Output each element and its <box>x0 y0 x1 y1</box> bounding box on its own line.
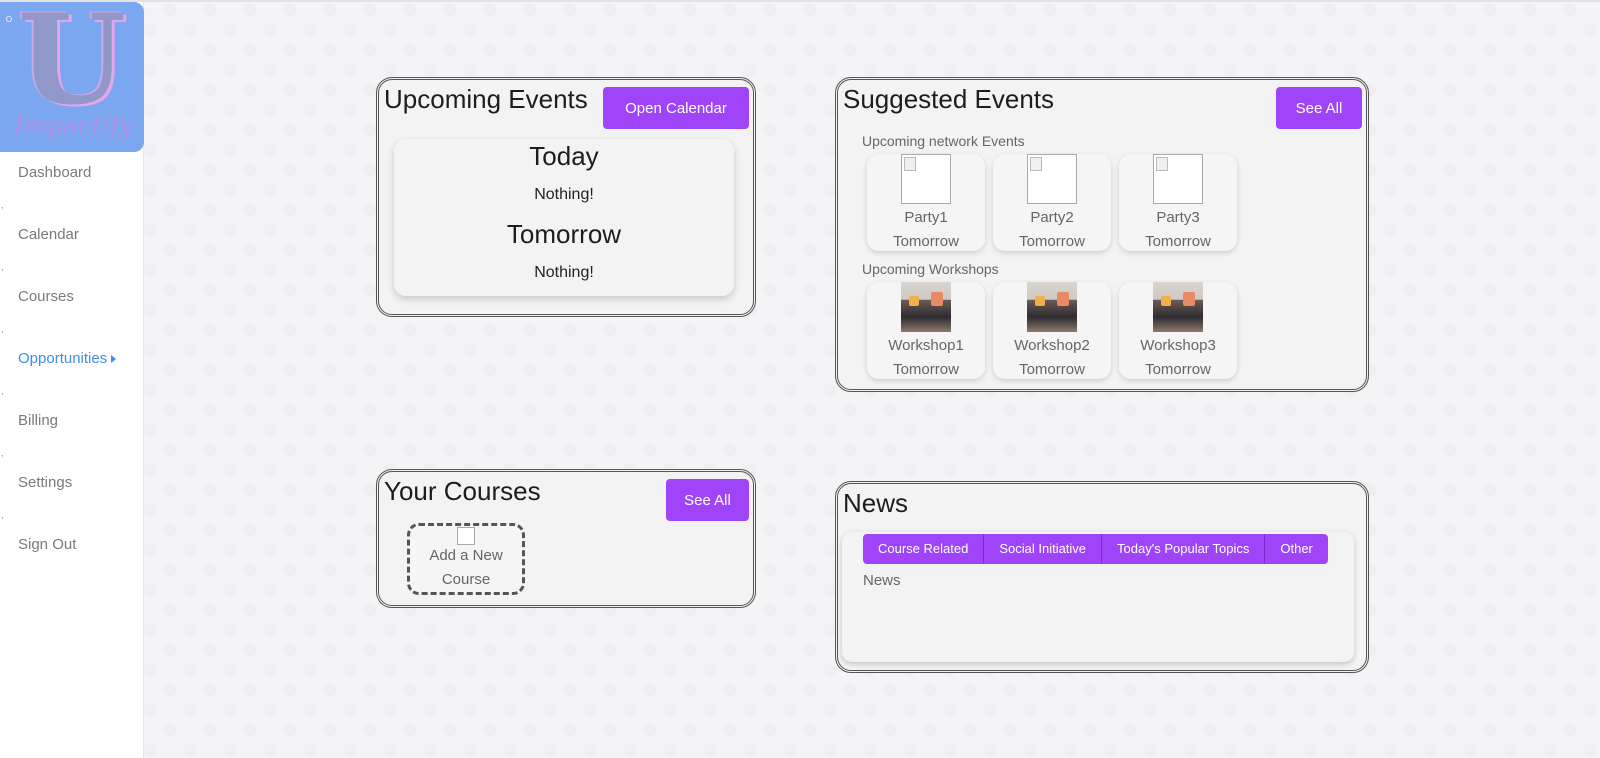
workshop-photo <box>901 282 951 332</box>
broken-image-icon <box>457 527 475 545</box>
logo[interactable]: U Impactify <box>0 2 144 152</box>
news-card: News Course Related Social Initiative To… <box>835 481 1369 673</box>
today-events-value: Nothing! <box>534 186 594 203</box>
workshop-name: Workshop2 <box>1014 337 1090 354</box>
sidebar-item-label: Dashboard <box>18 164 92 181</box>
courses-see-all-button[interactable]: See All <box>666 479 749 521</box>
network-events-label: Upcoming network Events <box>862 133 1025 149</box>
event-when: Tomorrow <box>1019 233 1085 250</box>
separator-tick-icon: , <box>1 510 4 520</box>
sidebar-item-sign-out[interactable]: Sign Out <box>0 524 144 586</box>
event-name: Party3 <box>1156 209 1200 226</box>
network-event-tile[interactable]: Party1 Tomorrow <box>867 154 985 251</box>
broken-image-icon <box>901 154 951 204</box>
news-content-label: News <box>863 572 901 589</box>
tab-social-initiative[interactable]: Social Initiative <box>984 534 1103 564</box>
network-event-tile[interactable]: Party2 Tomorrow <box>993 154 1111 251</box>
logo-dot-icon <box>6 16 12 22</box>
tab-course-related[interactable]: Course Related <box>863 534 985 564</box>
workshop-tile[interactable]: Workshop2 Tomorrow <box>993 282 1111 379</box>
logo-letter: U <box>17 2 127 133</box>
separator-tick-icon: , <box>1 324 4 334</box>
tab-popular-topics[interactable]: Today's Popular Topics <box>1102 534 1266 564</box>
sidebar-item-dashboard[interactable]: Dashboard , <box>0 152 144 214</box>
separator-tick-icon: , <box>1 448 4 458</box>
upcoming-events-card: Upcoming Events Open Calendar Today Noth… <box>376 77 756 317</box>
tomorrow-events-value: Nothing! <box>534 264 594 281</box>
workshop-name: Workshop1 <box>888 337 964 354</box>
sidebar-item-billing[interactable]: Billing , <box>0 400 144 462</box>
suggested-see-all-button[interactable]: See All <box>1276 87 1362 129</box>
network-event-tile[interactable]: Party3 Tomorrow <box>1119 154 1237 251</box>
logo-wordmark: Impactify <box>14 112 134 140</box>
workshop-when: Tomorrow <box>1145 361 1211 378</box>
workshop-name: Workshop3 <box>1140 337 1216 354</box>
sidebar-item-label: Sign Out <box>18 536 77 553</box>
workshops-label: Upcoming Workshops <box>862 261 999 277</box>
workshop-when: Tomorrow <box>893 361 959 378</box>
upcoming-events-title: Upcoming Events <box>384 84 588 114</box>
separator-tick-icon: , <box>1 262 4 272</box>
workshop-photo <box>1027 282 1077 332</box>
today-heading: Today <box>529 141 599 171</box>
open-calendar-button[interactable]: Open Calendar <box>603 87 749 129</box>
event-when: Tomorrow <box>1145 233 1211 250</box>
suggested-events-card: Suggested Events See All Upcoming networ… <box>835 77 1369 392</box>
separator-tick-icon: , <box>1 200 4 210</box>
caret-right-icon <box>111 355 117 364</box>
sidebar-item-courses[interactable]: Courses , <box>0 276 144 338</box>
news-title: News <box>843 488 909 518</box>
event-when: Tomorrow <box>893 233 959 250</box>
suggested-events-title: Suggested Events <box>843 84 1055 114</box>
sidebar-item-label: Courses <box>18 288 74 305</box>
sidebar-item-settings[interactable]: Settings , <box>0 462 144 524</box>
tab-other[interactable]: Other <box>1265 534 1328 564</box>
news-panel: Course Related Social Initiative Today's… <box>842 532 1354 662</box>
tomorrow-heading: Tomorrow <box>506 219 622 249</box>
sidebar-item-calendar[interactable]: Calendar , <box>0 214 144 276</box>
upcoming-events-panel: Today Nothing! Tomorrow Nothing! <box>394 139 734 296</box>
broken-image-icon <box>1153 154 1203 204</box>
workshop-photo <box>1153 282 1203 332</box>
add-course-tile[interactable]: Add a New Course <box>407 523 525 595</box>
news-tabs: Course Related Social Initiative Today's… <box>863 534 1328 564</box>
sidebar-item-opportunities[interactable]: Opportunities , <box>0 338 144 400</box>
top-border <box>0 0 1600 2</box>
broken-image-icon <box>1027 154 1077 204</box>
event-name: Party2 <box>1030 209 1074 226</box>
workshop-when: Tomorrow <box>1019 361 1085 378</box>
your-courses-title: Your Courses <box>384 476 541 506</box>
sidebar-item-label: Opportunities <box>18 350 108 367</box>
sidebar: U Impactify Dashboard , Calendar , Cours… <box>0 2 144 758</box>
sidebar-nav: Dashboard , Calendar , Courses , Opportu… <box>0 152 144 586</box>
event-name: Party1 <box>904 209 948 226</box>
your-courses-card: Your Courses See All Add a New Course <box>376 469 756 608</box>
workshop-tile[interactable]: Workshop3 Tomorrow <box>1119 282 1237 379</box>
add-course-label: Add a New Course <box>429 547 503 588</box>
workshop-tile[interactable]: Workshop1 Tomorrow <box>867 282 985 379</box>
sidebar-item-label: Calendar <box>18 226 79 243</box>
sidebar-item-label: Billing <box>18 412 59 429</box>
separator-tick-icon: , <box>1 386 4 396</box>
sidebar-item-label: Settings <box>18 474 73 491</box>
